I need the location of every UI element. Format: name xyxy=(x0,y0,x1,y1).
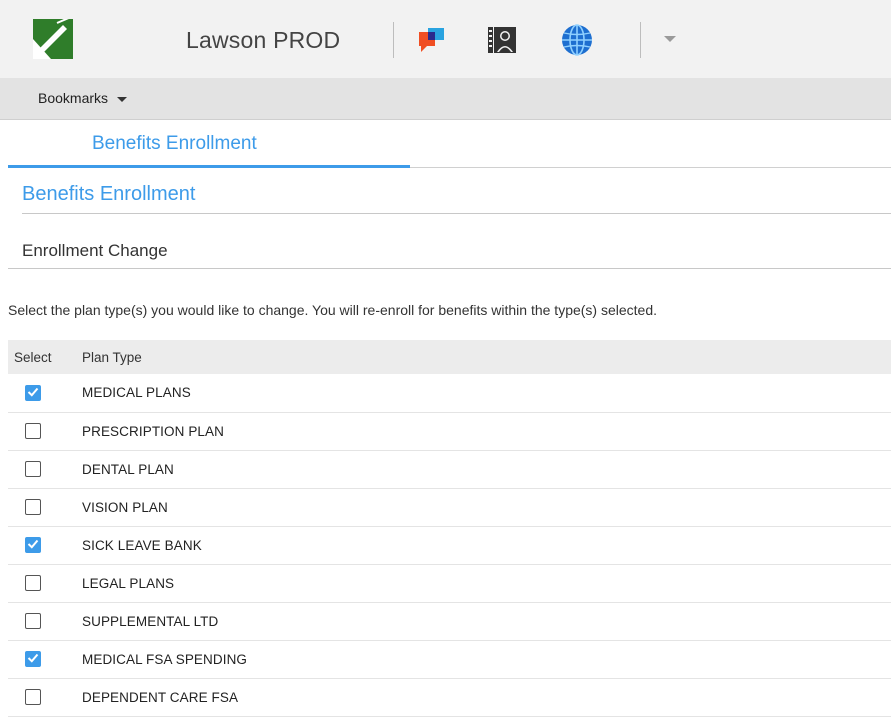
plan-type-cell: MEDICAL FSA SPENDING xyxy=(82,651,248,667)
table-header-row: Select Plan Type xyxy=(8,340,891,374)
select-checkbox[interactable] xyxy=(25,423,41,440)
select-checkbox[interactable] xyxy=(25,537,41,554)
instructions-text: Select the plan type(s) you would like t… xyxy=(8,302,658,318)
checkmark-icon xyxy=(27,387,39,397)
plan-type-cell: MEDICAL PLANS xyxy=(82,385,191,401)
column-header-plan-type: Plan Type xyxy=(82,349,142,365)
divider xyxy=(8,268,891,269)
select-checkbox[interactable] xyxy=(25,384,41,401)
select-cell xyxy=(8,412,82,450)
person-document-icon[interactable] xyxy=(486,23,520,57)
select-checkbox[interactable] xyxy=(25,613,41,630)
header-divider xyxy=(640,22,641,58)
select-checkbox[interactable] xyxy=(25,461,41,478)
checkmark-icon xyxy=(27,654,39,663)
table-row[interactable]: PRESCRIPTION PLAN xyxy=(8,412,891,450)
column-header-select: Select xyxy=(14,349,52,365)
table-row[interactable]: MEDICAL FSA SPENDING xyxy=(8,640,891,678)
plan-type-cell: DENTAL PLAN xyxy=(82,461,174,477)
select-cell xyxy=(8,602,82,640)
plan-type-cell: SICK LEAVE BANK xyxy=(82,537,202,553)
table-row[interactable]: DENTAL PLAN xyxy=(8,450,891,488)
tab-label: Benefits Enrollment xyxy=(92,133,257,154)
plan-type-cell: SUPPLEMENTAL LTD xyxy=(82,613,219,629)
select-cell xyxy=(8,678,82,716)
section-title: Enrollment Change xyxy=(22,241,168,260)
select-checkbox[interactable] xyxy=(25,689,41,706)
plan-type-cell: PRESCRIPTION PLAN xyxy=(82,423,224,439)
table-row[interactable]: SICK LEAVE BANK xyxy=(8,526,891,564)
globe-icon[interactable] xyxy=(560,23,594,57)
select-cell xyxy=(8,564,82,602)
tab-benefits-enrollment[interactable]: Benefits Enrollment xyxy=(8,120,410,168)
chevron-down-icon[interactable] xyxy=(664,36,676,42)
select-cell xyxy=(8,374,82,412)
chat-bubbles-icon[interactable] xyxy=(416,23,450,57)
select-checkbox[interactable] xyxy=(25,499,41,516)
plan-type-table: Select Plan Type MEDICAL PLANS PRESCRIPTI… xyxy=(8,340,891,717)
app-title: Lawson PROD xyxy=(186,27,341,53)
bookmarks-menu-button[interactable]: Bookmarks xyxy=(38,90,128,106)
table-row[interactable]: VISION PLAN xyxy=(8,488,891,526)
table-row[interactable]: DEPENDENT CARE FSA xyxy=(8,678,891,716)
table-row[interactable]: LEGAL PLANS xyxy=(8,564,891,602)
select-checkbox[interactable] xyxy=(25,651,41,668)
select-cell xyxy=(8,450,82,488)
select-cell xyxy=(8,488,82,526)
table-row[interactable]: SUPPLEMENTAL LTD xyxy=(8,602,891,640)
table-row[interactable]: MEDICAL PLANS xyxy=(8,374,891,412)
select-cell xyxy=(8,526,82,564)
bookmarks-label: Bookmarks xyxy=(38,90,109,106)
checkmark-icon xyxy=(27,540,39,549)
page-title: Benefits Enrollment xyxy=(22,183,196,205)
bookmarks-bar: Bookmarks xyxy=(0,78,891,120)
top-header: Lawson PROD xyxy=(0,0,891,78)
plan-type-cell: DEPENDENT CARE FSA xyxy=(82,689,239,705)
plan-type-cell: LEGAL PLANS xyxy=(82,575,175,591)
plan-type-cell: VISION PLAN xyxy=(82,499,168,515)
select-cell xyxy=(8,640,82,678)
tab-strip: Benefits Enrollment xyxy=(8,120,891,168)
lawson-logo-icon[interactable] xyxy=(33,19,73,59)
header-divider xyxy=(393,22,394,58)
select-checkbox[interactable] xyxy=(25,575,41,592)
caret-down-icon xyxy=(117,96,128,102)
divider xyxy=(22,213,891,214)
